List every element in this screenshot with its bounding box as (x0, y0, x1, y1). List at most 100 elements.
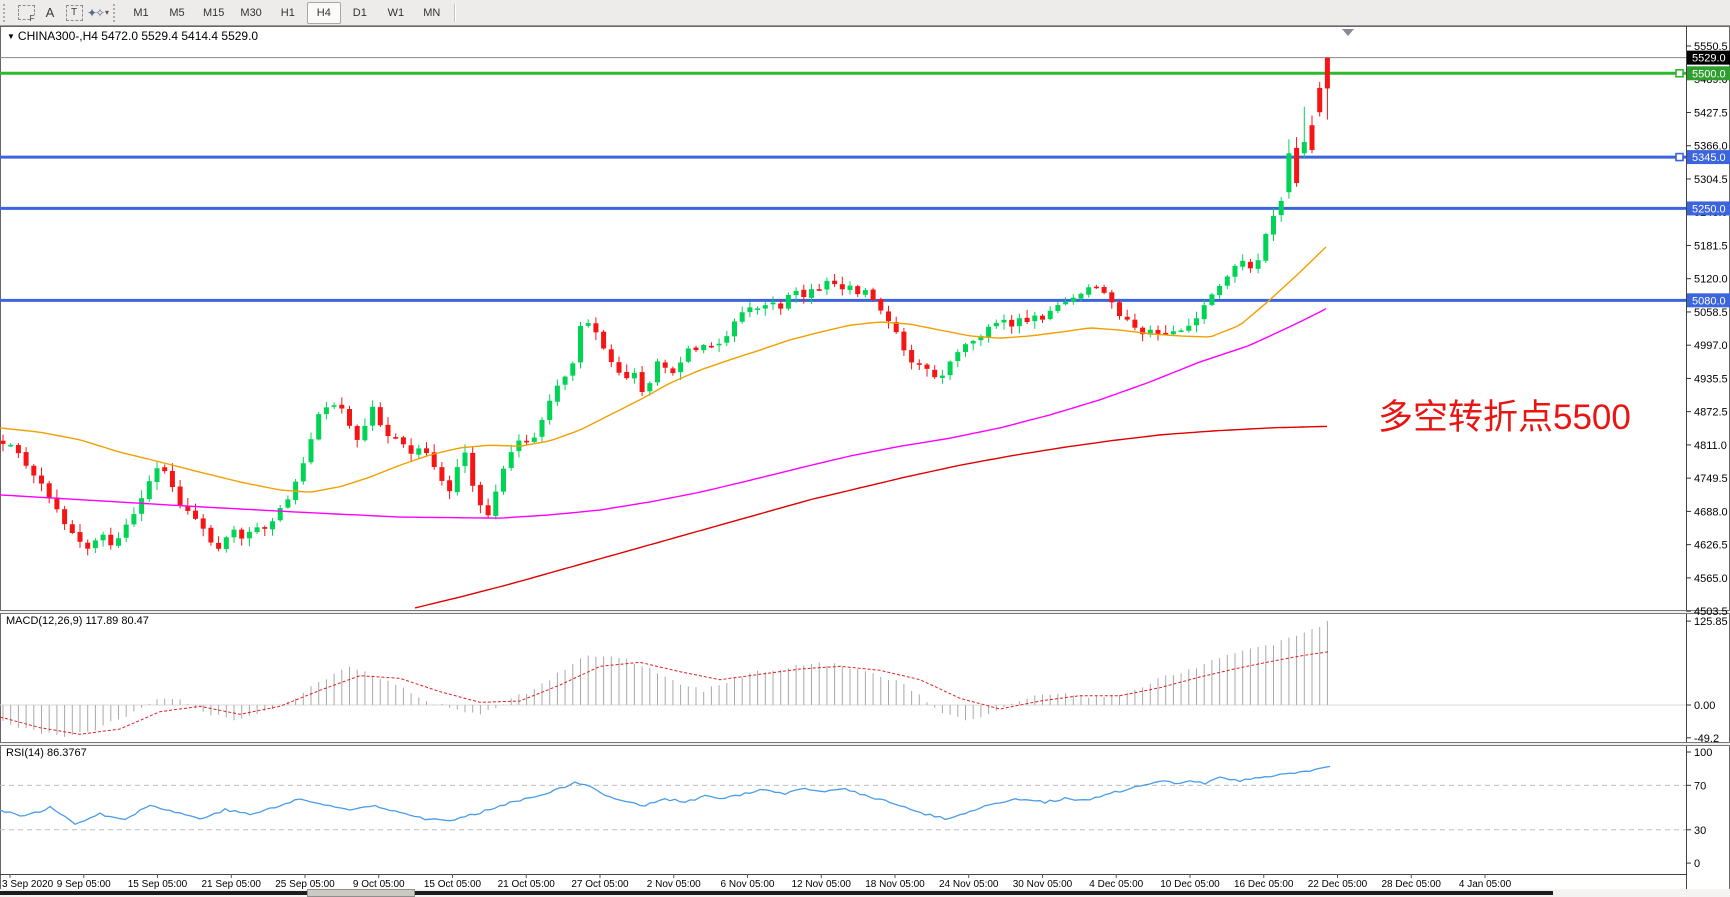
candle (316, 414, 321, 439)
candle (378, 407, 383, 425)
price-badge-label: 5529.0 (1692, 53, 1726, 65)
chart-title-text: CHINA300-,H4 5472.0 5529.4 5414.4 5529.0 (18, 29, 258, 43)
candle (640, 372, 645, 392)
timeframe-button-m5[interactable]: M5 (160, 2, 194, 24)
candle (786, 295, 791, 309)
timeframe-button-m1[interactable]: M1 (124, 2, 158, 24)
timeframe-button-h1[interactable]: H1 (271, 2, 305, 24)
candle (1194, 318, 1199, 325)
candle (632, 373, 637, 379)
candle (863, 290, 868, 295)
candle (901, 332, 906, 351)
rsi-scale-label: 100 (1694, 747, 1712, 759)
candle (93, 540, 98, 548)
timeframe-button-d1[interactable]: D1 (343, 2, 377, 24)
candle (1063, 302, 1068, 304)
annotation-text[interactable]: 多空转折点5500 (1378, 389, 1631, 440)
candle (840, 284, 845, 289)
scrollbar-thumb[interactable] (307, 889, 415, 897)
candle (1048, 311, 1053, 319)
candle (848, 286, 853, 290)
chart-canvas[interactable]: 5550.55489.05427.55366.05304.55243.05181… (0, 0, 1730, 897)
chart-title[interactable]: ▼CHINA300-,H4 5472.0 5529.4 5414.4 5529.… (7, 29, 258, 43)
candle (232, 530, 237, 538)
price-tick-label: 5304.5 (1694, 174, 1728, 186)
candle (139, 498, 144, 514)
level-line-handle[interactable] (1676, 154, 1683, 161)
level-line-handle[interactable] (1676, 70, 1683, 77)
price-tick-label: 4997.0 (1694, 340, 1728, 352)
ma-slow-line (415, 426, 1327, 608)
candle (486, 505, 491, 515)
candle (270, 521, 275, 529)
fibonacci-tool-icon[interactable]: F (14, 3, 38, 23)
text-label-tool-icon[interactable]: A (38, 3, 62, 23)
candle (778, 303, 783, 308)
price-badge-label: 5500.0 (1692, 68, 1726, 80)
price-tick-label: 4811.0 (1694, 440, 1727, 452)
candle (424, 448, 429, 453)
timeframe-button-mn[interactable]: MN (415, 2, 449, 24)
price-badge-label: 5345.0 (1692, 152, 1726, 164)
candle (255, 527, 260, 532)
timeframe-button-h4[interactable]: H4 (307, 2, 341, 24)
candle (1, 441, 6, 444)
candle (747, 307, 752, 312)
candle (771, 302, 776, 304)
candle (501, 469, 506, 492)
candle (678, 362, 683, 372)
timeframe-button-m30[interactable]: M30 (233, 2, 268, 24)
toolbar-grip[interactable] (3, 4, 10, 22)
candle (601, 332, 606, 349)
candle (948, 362, 953, 376)
chevron-down-icon[interactable]: ▾ (105, 8, 109, 17)
candle (963, 344, 968, 352)
candle (201, 518, 206, 528)
candle (1279, 201, 1284, 215)
candle (409, 445, 414, 453)
candle (155, 468, 160, 482)
price-tick-label: 5120.0 (1694, 274, 1728, 286)
candle (463, 453, 468, 467)
arrows-tool-icon[interactable]: ✦✧▾ (86, 3, 110, 23)
candle (801, 290, 806, 297)
candle (24, 452, 29, 466)
candle (932, 370, 937, 377)
candle (709, 346, 714, 348)
macd-scale-label: 0.00 (1694, 700, 1715, 712)
candle (1094, 287, 1099, 289)
chevron-down-icon[interactable]: ▼ (7, 32, 15, 41)
candle (362, 426, 367, 440)
macd-indicator-label: MACD(12,26,9) 117.89 80.47 (6, 615, 149, 627)
candle (54, 497, 59, 509)
candle (794, 291, 799, 295)
candle (416, 448, 421, 454)
horizontal-scrollbar[interactable] (0, 889, 1730, 897)
candle (401, 437, 406, 444)
candle (755, 308, 760, 310)
candle (1263, 234, 1268, 261)
candle (686, 348, 691, 361)
candle (339, 405, 344, 409)
candle (1209, 294, 1214, 304)
price-tick-label: 5058.5 (1694, 307, 1728, 319)
candle (817, 289, 822, 291)
candle (285, 499, 290, 507)
scrollbar-track[interactable] (415, 891, 1553, 895)
timeframe-button-m15[interactable]: M15 (196, 2, 231, 24)
candle (593, 323, 598, 332)
candle (1156, 330, 1161, 334)
candle (509, 452, 514, 468)
text-tool-icon[interactable]: T (62, 3, 86, 23)
scrollbar-track[interactable] (0, 891, 307, 895)
candle (1271, 216, 1276, 234)
candle (478, 485, 483, 505)
candle (8, 445, 13, 447)
candle (617, 362, 622, 373)
toolbar-grip[interactable] (113, 4, 120, 22)
candle (732, 321, 737, 336)
price-tick-label: 4872.5 (1694, 407, 1728, 419)
candle (1325, 58, 1330, 89)
timeframe-button-w1[interactable]: W1 (379, 2, 413, 24)
chart-shift-marker-icon[interactable] (1342, 29, 1354, 36)
